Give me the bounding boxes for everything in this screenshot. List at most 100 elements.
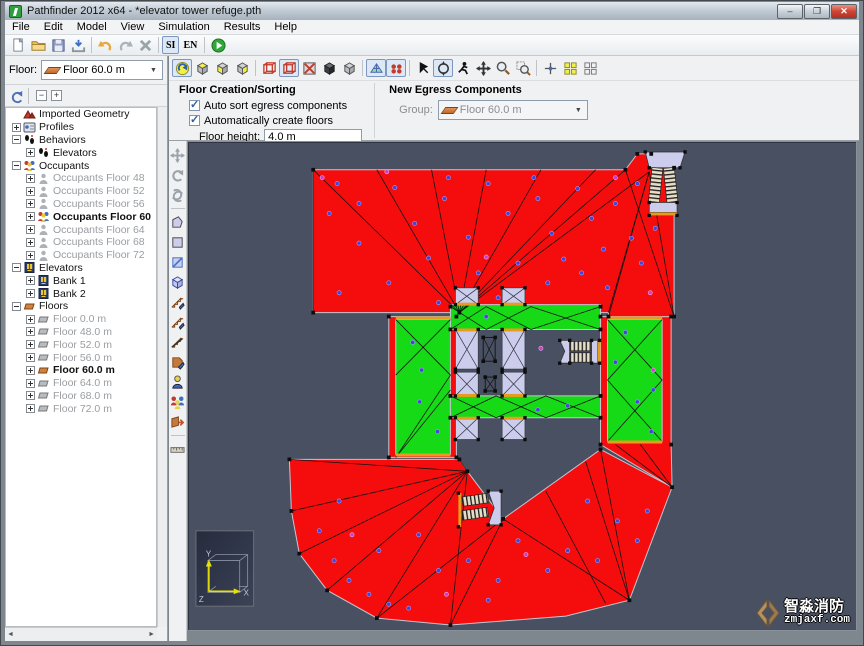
tree-item-elevators[interactable]: Elevators — [6, 262, 156, 275]
refresh-tree-button[interactable] — [10, 90, 23, 104]
occupant-marker-highlight[interactable] — [650, 367, 656, 373]
occupant-marker[interactable] — [531, 175, 537, 181]
expand-icon[interactable] — [26, 212, 35, 222]
group-dropdown[interactable]: Floor 60.0 m ▼ — [437, 100, 588, 120]
tree-item-occupants-floor-56[interactable]: Occupants Floor 56 — [6, 198, 156, 211]
mesh-vertex[interactable] — [325, 588, 330, 593]
expand-icon[interactable] — [26, 276, 35, 286]
occupant-marker[interactable] — [386, 280, 392, 286]
walk-tool-button[interactable] — [453, 59, 473, 77]
elevator-shaft[interactable] — [453, 370, 480, 398]
tree-item-floor-56-0-m[interactable]: Floor 56.0 m — [6, 351, 156, 364]
expand-icon[interactable] — [26, 391, 35, 401]
occupant-marker[interactable] — [316, 528, 322, 534]
upper-cross-corridor[interactable] — [449, 304, 602, 330]
elevator-shaft[interactable] — [500, 370, 527, 398]
menu-view[interactable]: View — [114, 20, 152, 35]
mesh-vertex[interactable] — [457, 457, 462, 462]
import-button[interactable] — [68, 36, 88, 54]
mesh-vertex[interactable] — [606, 314, 611, 319]
mesh-vertex[interactable] — [297, 551, 302, 556]
occupant-marker[interactable] — [436, 300, 441, 306]
select-tool-button[interactable] — [413, 59, 433, 77]
occupant-marker[interactable] — [644, 508, 650, 514]
stairwell-top-right[interactable] — [643, 150, 687, 218]
door-sill[interactable] — [607, 440, 663, 444]
occupant-marker[interactable] — [648, 429, 654, 435]
collapse-all-button[interactable]: − — [36, 90, 47, 101]
occupant-marker[interactable] — [634, 181, 640, 187]
occupant-marker[interactable] — [535, 407, 541, 413]
chevron-down-icon[interactable]: ▼ — [146, 62, 161, 78]
run-simulation-button[interactable] — [208, 36, 228, 54]
front-view-button[interactable] — [212, 59, 232, 77]
occupant-marker[interactable] — [638, 260, 644, 266]
occupant-marker[interactable] — [376, 548, 382, 554]
menu-results[interactable]: Results — [217, 20, 268, 35]
occupant-marker[interactable] — [416, 532, 422, 538]
occupant-marker-highlight[interactable] — [523, 552, 529, 557]
reset-view-button[interactable] — [172, 59, 192, 77]
pan-view-tool[interactable] — [169, 145, 187, 165]
occupant-marker[interactable] — [419, 367, 424, 373]
mesh-vertex[interactable] — [448, 394, 453, 398]
tree-item-occupants-floor-68[interactable]: Occupants Floor 68 — [6, 236, 156, 249]
occupant-marker[interactable] — [545, 568, 551, 573]
mesh-vertex[interactable] — [501, 517, 506, 521]
undo-button[interactable] — [95, 36, 115, 54]
occupant-marker[interactable] — [483, 314, 489, 319]
elevator-shaft[interactable] — [500, 286, 527, 307]
mesh-vertex[interactable] — [598, 447, 603, 452]
mesh-vertex[interactable] — [448, 623, 453, 627]
floor-selector-dropdown[interactable]: Floor 60.0 m ▼ — [41, 60, 163, 80]
expand-icon[interactable] — [26, 314, 35, 324]
zoom-box-tool-button[interactable] — [513, 59, 533, 77]
occupant-marker[interactable] — [634, 399, 640, 405]
expand-icon[interactable] — [26, 327, 35, 337]
occupant-marker[interactable] — [613, 201, 618, 206]
show-navmesh-button[interactable] — [366, 59, 386, 77]
add-thin-room-tool[interactable] — [169, 252, 187, 272]
top-view-button[interactable] — [192, 59, 212, 77]
expand-icon[interactable] — [26, 250, 35, 260]
collapse-icon[interactable] — [12, 263, 21, 273]
orthographic-button[interactable] — [279, 59, 299, 77]
tree-item-floors[interactable]: Floors — [6, 300, 156, 313]
open-button[interactable] — [28, 36, 48, 54]
occupant-marker[interactable] — [406, 605, 412, 611]
occupant-marker[interactable] — [366, 591, 372, 597]
mesh-vertex[interactable] — [374, 616, 379, 620]
occupant-marker[interactable] — [565, 403, 571, 409]
door-sill[interactable] — [395, 316, 451, 320]
mesh-vertex[interactable] — [598, 415, 603, 420]
mesh-vertex[interactable] — [448, 327, 453, 332]
occupant-marker-highlight[interactable] — [349, 532, 355, 538]
tree-item-occupants-floor-72[interactable]: Occupants Floor 72 — [6, 249, 156, 262]
occupant-marker[interactable] — [575, 186, 581, 191]
tree-item-occupants-floor-60[interactable]: Occupants Floor 60 — [6, 210, 156, 223]
occupant-marker[interactable] — [605, 285, 610, 291]
expand-icon[interactable] — [26, 365, 35, 375]
occupant-marker-highlight[interactable] — [444, 591, 449, 597]
occupant-marker[interactable] — [417, 399, 422, 405]
show-occupants-button[interactable] — [386, 59, 406, 77]
new-button[interactable] — [8, 36, 28, 54]
menu-help[interactable]: Help — [267, 20, 304, 35]
occupant-marker[interactable] — [615, 518, 620, 524]
occupant-marker[interactable] — [589, 215, 594, 221]
expand-icon[interactable] — [26, 225, 35, 235]
rotate-view-tool[interactable] — [169, 165, 187, 185]
occupant-marker[interactable] — [436, 568, 441, 573]
mesh-vertex[interactable] — [386, 314, 391, 319]
delete-button[interactable] — [135, 36, 155, 54]
add-occupant-group-tool[interactable] — [169, 392, 187, 412]
occupant-marker[interactable] — [465, 234, 471, 240]
collapse-icon[interactable] — [12, 135, 21, 145]
close-button[interactable]: ✕ — [831, 3, 857, 19]
add-obstruction-tool[interactable] — [169, 272, 187, 292]
tree-item-occupants-floor-52[interactable]: Occupants Floor 52 — [6, 185, 156, 198]
mesh-vertex[interactable] — [289, 509, 294, 513]
occupant-marker[interactable] — [495, 295, 501, 301]
occupant-marker[interactable] — [515, 260, 521, 266]
occupant-marker[interactable] — [585, 498, 590, 504]
